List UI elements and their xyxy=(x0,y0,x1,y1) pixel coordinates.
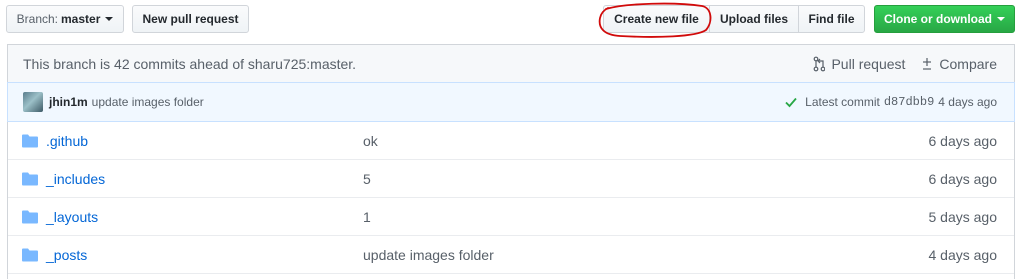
file-age: 6 days ago xyxy=(928,170,998,187)
commit-author[interactable]: jhin1m xyxy=(49,95,88,109)
clone-or-download-button[interactable]: Clone or download xyxy=(874,5,1015,33)
file-row: _layouts 1 5 days ago xyxy=(8,198,1014,236)
file-name-link[interactable]: _layouts xyxy=(46,209,98,225)
latest-commit-bar: jhin1m update images folder Latest commi… xyxy=(7,82,1015,122)
avatar[interactable] xyxy=(23,92,43,112)
commit-meta: Latest commit d87dbb9 4 days ago xyxy=(785,95,997,109)
check-icon xyxy=(785,97,797,108)
file-age: 6 days ago xyxy=(928,132,998,149)
file-row: _posts update images folder 4 days ago xyxy=(8,236,1014,274)
branch-ahead-bar: This branch is 42 commits ahead of sharu… xyxy=(7,44,1015,82)
find-file-button[interactable]: Find file xyxy=(798,5,865,33)
commit-age: 4 days ago xyxy=(938,95,997,109)
branch-name: master xyxy=(61,12,101,26)
folder-icon xyxy=(22,210,38,224)
folder-icon xyxy=(22,172,38,186)
pull-request-link[interactable]: Pull request xyxy=(813,56,905,72)
chevron-down-icon xyxy=(105,17,114,21)
commit-message[interactable]: update images folder xyxy=(92,95,204,109)
file-commit-message[interactable]: update images folder xyxy=(363,247,494,263)
file-name-link[interactable]: .github xyxy=(46,133,88,149)
file-row: .github ok 6 days ago xyxy=(8,122,1014,160)
commit-sha[interactable]: d87dbb9 xyxy=(884,95,934,109)
file-commit-message[interactable]: ok xyxy=(363,133,378,149)
chevron-down-icon xyxy=(997,17,1005,21)
file-age: 4 days ago xyxy=(928,246,998,263)
git-pull-request-icon xyxy=(814,56,826,71)
file-commit-message[interactable]: 5 xyxy=(363,171,371,187)
pull-request-label: Pull request xyxy=(831,55,906,72)
branch-select-button[interactable]: Branch: master xyxy=(6,5,124,33)
file-name-link[interactable]: _posts xyxy=(46,247,87,263)
upload-files-button[interactable]: Upload files xyxy=(709,5,799,33)
ahead-actions: Pull request Compare xyxy=(813,56,997,72)
clone-label: Clone or download xyxy=(884,12,992,26)
new-pull-request-button[interactable]: New pull request xyxy=(132,5,249,33)
latest-commit-label: Latest commit xyxy=(805,95,880,109)
compare-link[interactable]: Compare xyxy=(921,56,997,72)
folder-icon xyxy=(22,134,38,148)
branch-prefix-label: Branch: xyxy=(16,12,58,26)
file-age: 5 days ago xyxy=(928,208,998,225)
compare-label: Compare xyxy=(939,55,997,72)
branch-ahead-text: This branch is 42 commits ahead of sharu… xyxy=(23,55,357,72)
diff-icon xyxy=(923,57,932,70)
file-name-link[interactable]: _includes xyxy=(46,171,105,187)
file-row: _includes 5 6 days ago xyxy=(8,160,1014,198)
folder-icon xyxy=(22,248,38,262)
file-list: .github ok 6 days ago _includes 5 6 days… xyxy=(7,122,1015,279)
file-commit-message[interactable]: 1 xyxy=(363,209,371,225)
create-new-file-button[interactable]: Create new file xyxy=(603,5,710,33)
